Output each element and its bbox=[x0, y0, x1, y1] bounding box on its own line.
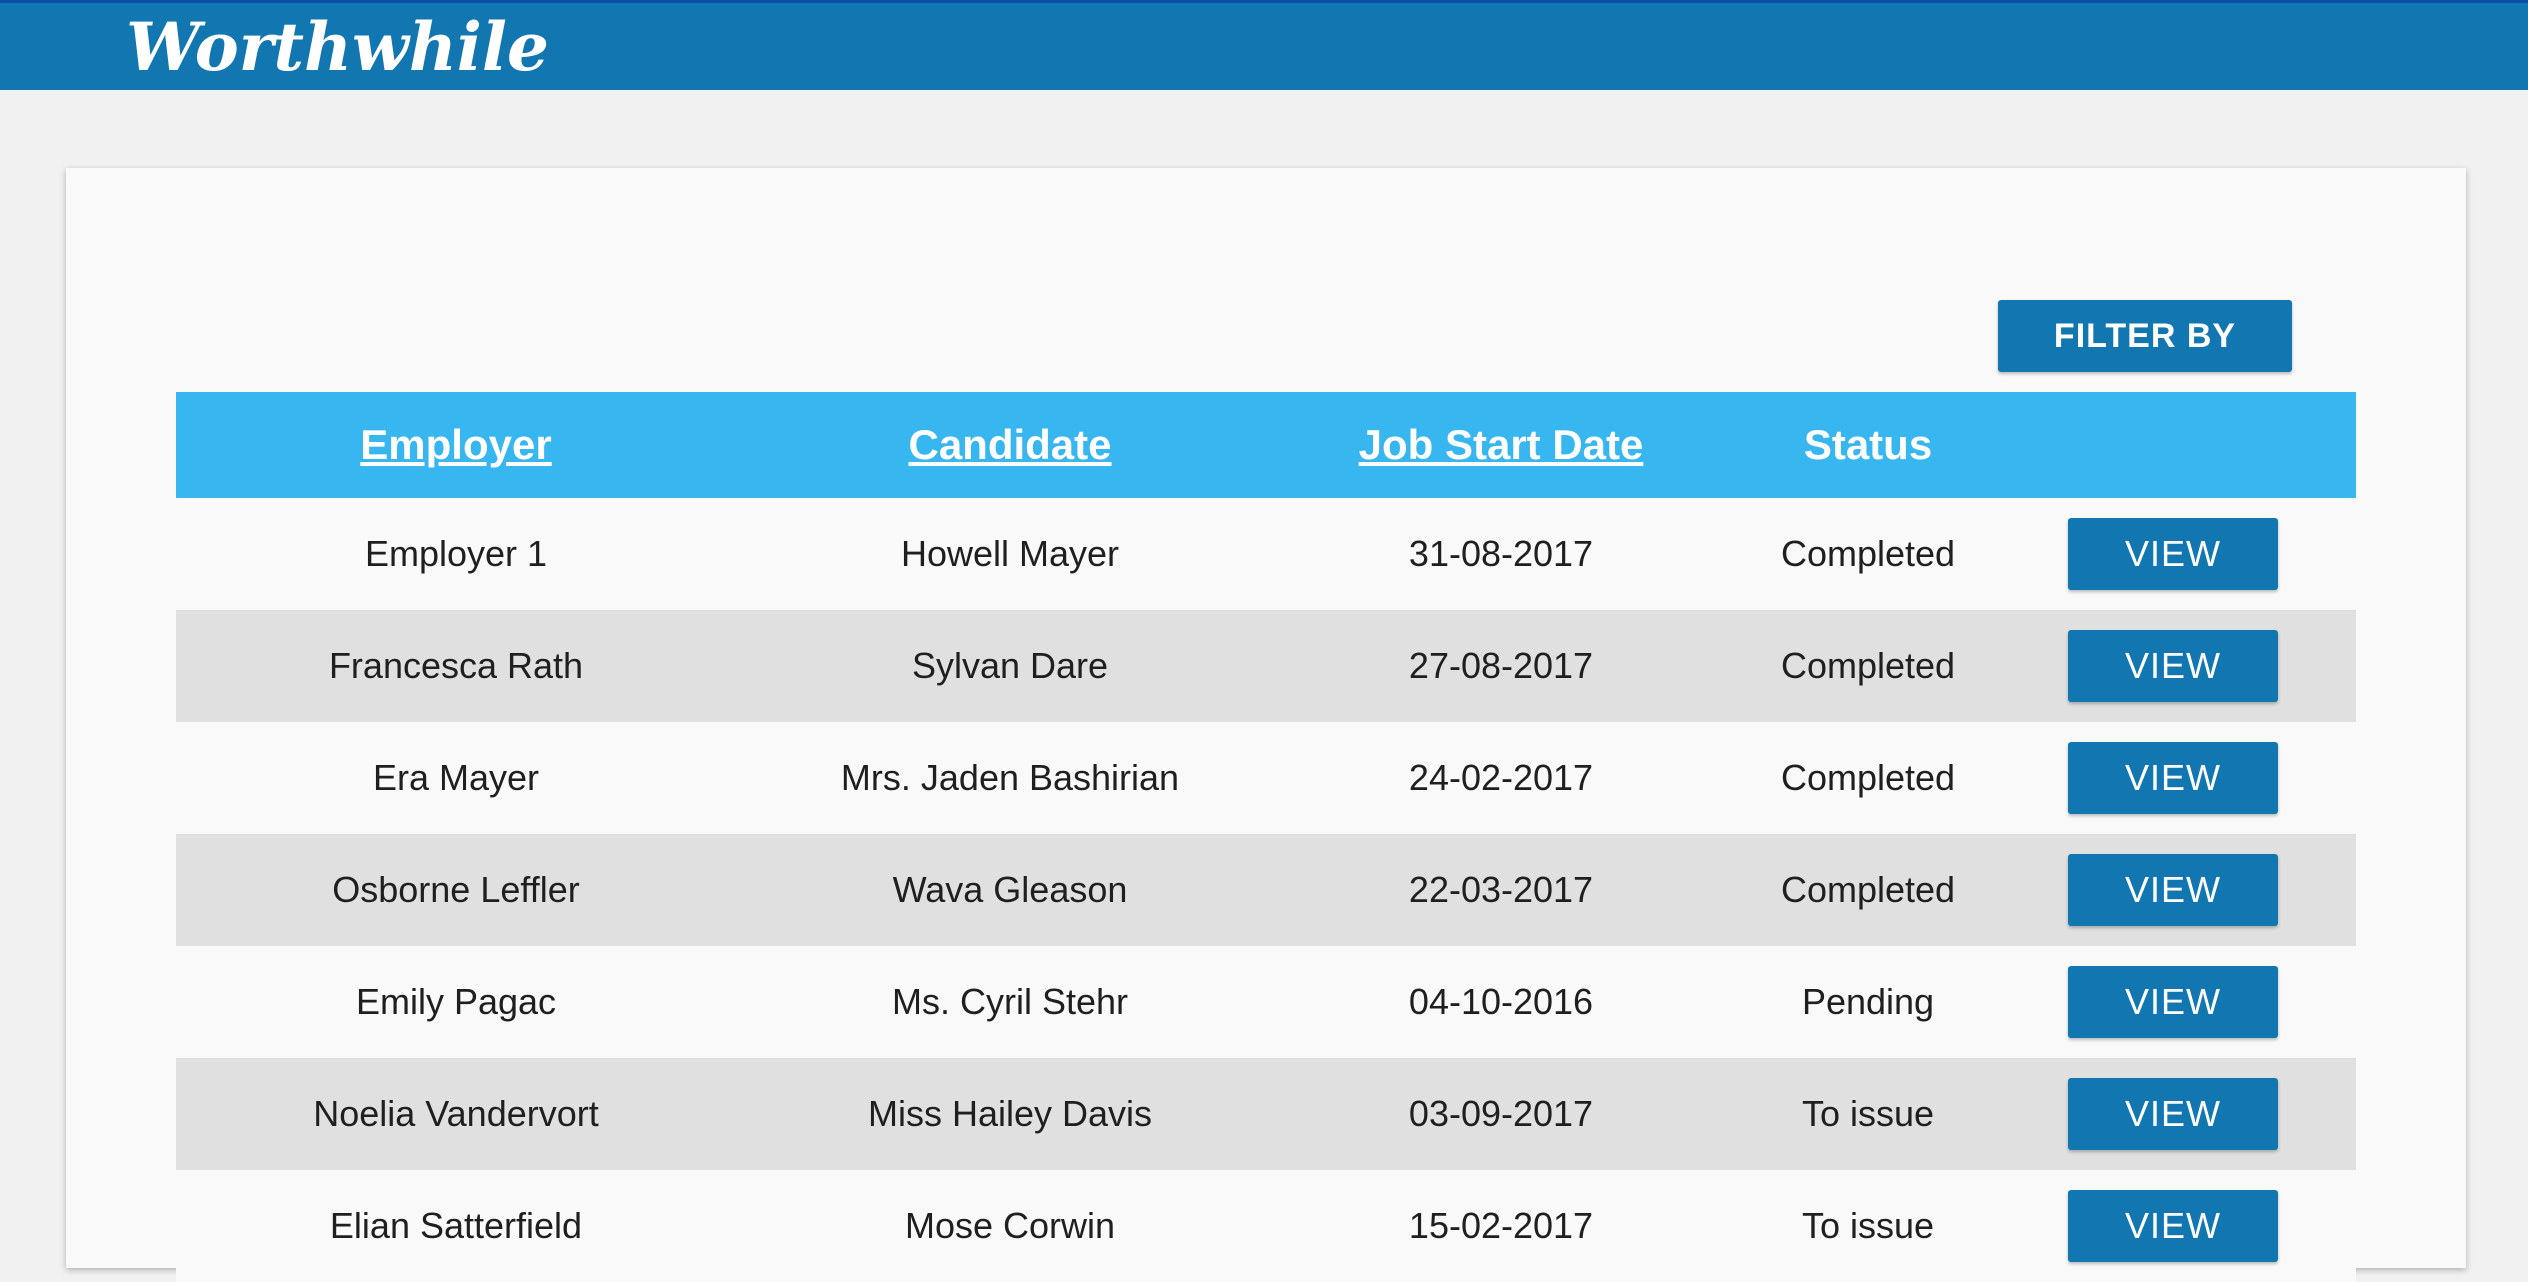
column-header-status: Status bbox=[1803, 421, 1933, 468]
cell-candidate: Howell Mayer bbox=[900, 533, 1120, 574]
table-row: Osborne Leffler Wava Gleason 22-03-2017 … bbox=[176, 834, 2356, 946]
view-button[interactable]: VIEW bbox=[2068, 966, 2278, 1038]
column-header-employer[interactable]: Employer bbox=[176, 392, 736, 498]
cell-candidate: Wava Gleason bbox=[892, 869, 1128, 910]
view-button[interactable]: VIEW bbox=[2068, 630, 2278, 702]
cell-employer: Era Mayer bbox=[372, 757, 540, 798]
cell-candidate: Mrs. Jaden Bashirian bbox=[840, 757, 1180, 798]
cell-job-start-date: 22-03-2017 bbox=[1408, 869, 1594, 910]
placements-table: Employer Candidate Job Start Date Status… bbox=[176, 392, 2356, 1282]
view-button[interactable]: VIEW bbox=[2068, 742, 2278, 814]
brand-logo[interactable]: Worthwhile bbox=[126, 7, 549, 87]
top-bar: Worthwhile bbox=[0, 0, 2528, 90]
table-row: Noelia Vandervort Miss Hailey Davis 03-0… bbox=[176, 1058, 2356, 1170]
cell-employer: Francesca Rath bbox=[328, 645, 584, 686]
column-header-actions bbox=[2018, 392, 2356, 498]
table-row: Era Mayer Mrs. Jaden Bashirian 24-02-201… bbox=[176, 722, 2356, 834]
cell-actions: VIEW bbox=[2018, 610, 2356, 722]
table-row: Emily Pagac Ms. Cyril Stehr 04-10-2016 P… bbox=[176, 946, 2356, 1058]
cell-candidate: Ms. Cyril Stehr bbox=[891, 981, 1129, 1022]
table-row: Francesca Rath Sylvan Dare 27-08-2017 Co… bbox=[176, 610, 2356, 722]
cell-actions: VIEW bbox=[2018, 722, 2356, 834]
cell-job-start-date: 04-10-2016 bbox=[1408, 981, 1594, 1022]
table-body: Employer 1 Howell Mayer 31-08-2017 Compl… bbox=[176, 498, 2356, 1282]
cell-status: Completed bbox=[1780, 869, 1956, 910]
view-button[interactable]: VIEW bbox=[2068, 518, 2278, 590]
cell-candidate: Sylvan Dare bbox=[911, 645, 1109, 686]
cell-job-start-date: 03-09-2017 bbox=[1408, 1093, 1594, 1134]
view-button[interactable]: VIEW bbox=[2068, 1078, 2278, 1150]
column-header-job-start-date[interactable]: Job Start Date bbox=[1284, 392, 1718, 498]
table-header-row: Employer Candidate Job Start Date Status bbox=[176, 392, 2356, 498]
cell-employer: Osborne Leffler bbox=[332, 869, 580, 910]
cell-actions: VIEW bbox=[2018, 1058, 2356, 1170]
cell-status: To issue bbox=[1801, 1205, 1935, 1246]
cell-employer: Emily Pagac bbox=[355, 981, 557, 1022]
view-button[interactable]: VIEW bbox=[2068, 1190, 2278, 1262]
cell-actions: VIEW bbox=[2018, 834, 2356, 946]
cell-status: Pending bbox=[1801, 981, 1935, 1022]
cell-employer: Elian Satterfield bbox=[329, 1205, 583, 1246]
table-row: Elian Satterfield Mose Corwin 15-02-2017… bbox=[176, 1170, 2356, 1282]
cell-candidate: Mose Corwin bbox=[904, 1205, 1116, 1246]
cell-employer: Employer 1 bbox=[364, 533, 548, 574]
cell-status: Completed bbox=[1780, 533, 1956, 574]
cell-actions: VIEW bbox=[2018, 498, 2356, 610]
table-row: Employer 1 Howell Mayer 31-08-2017 Compl… bbox=[176, 498, 2356, 610]
column-header-candidate[interactable]: Candidate bbox=[736, 392, 1284, 498]
cell-employer: Noelia Vandervort bbox=[313, 1093, 599, 1134]
cell-actions: VIEW bbox=[2018, 946, 2356, 1058]
cell-actions: VIEW bbox=[2018, 1170, 2356, 1282]
cell-job-start-date: 27-08-2017 bbox=[1408, 645, 1594, 686]
cell-status: Completed bbox=[1780, 645, 1956, 686]
view-button[interactable]: VIEW bbox=[2068, 854, 2278, 926]
cell-status: To issue bbox=[1801, 1093, 1935, 1134]
cell-candidate: Miss Hailey Davis bbox=[867, 1093, 1153, 1134]
cell-job-start-date: 31-08-2017 bbox=[1408, 533, 1594, 574]
cell-job-start-date: 15-02-2017 bbox=[1408, 1205, 1594, 1246]
filter-by-button[interactable]: FILTER BY bbox=[1998, 300, 2292, 372]
cell-status: Completed bbox=[1780, 757, 1956, 798]
cell-job-start-date: 24-02-2017 bbox=[1408, 757, 1594, 798]
